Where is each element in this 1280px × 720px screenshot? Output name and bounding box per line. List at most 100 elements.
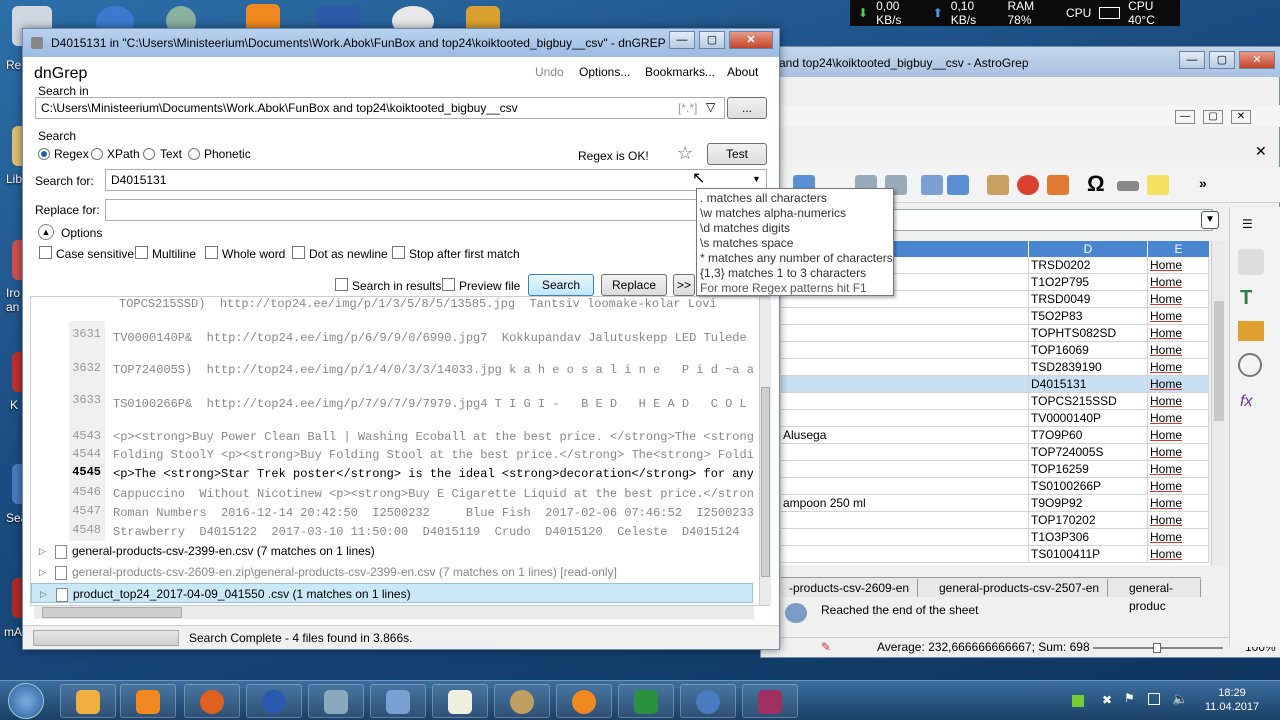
- taskbar-app[interactable]: [742, 684, 798, 718]
- cell[interactable]: T1O2P795: [1029, 274, 1148, 291]
- cell[interactable]: [781, 376, 1029, 393]
- cell[interactable]: [781, 529, 1029, 546]
- cell[interactable]: Home: [1148, 308, 1209, 325]
- search-in-path-input[interactable]: C:\Users\Ministeerium\Documents\Work.Abo…: [35, 97, 725, 119]
- replace-for-input[interactable]: [105, 199, 705, 221]
- zoom-slider[interactable]: [1093, 643, 1223, 653]
- filter-icon[interactable]: ▽: [706, 100, 715, 114]
- cell[interactable]: TS0100266P: [1029, 478, 1148, 495]
- test-button[interactable]: Test: [707, 143, 767, 165]
- cell[interactable]: Home: [1148, 410, 1209, 427]
- chart-icon[interactable]: [1017, 175, 1039, 195]
- sheet-tab[interactable]: general-produc: [1121, 579, 1201, 613]
- cell[interactable]: ampoon 250 ml: [781, 495, 1029, 512]
- cell[interactable]: Home: [1148, 495, 1209, 512]
- replace-button[interactable]: Replace: [601, 274, 667, 296]
- volume-icon[interactable]: 🔈: [1172, 691, 1188, 707]
- cell[interactable]: Home: [1148, 478, 1209, 495]
- taskbar-app[interactable]: [60, 684, 116, 718]
- sort-icon[interactable]: [921, 175, 943, 195]
- cell[interactable]: TOP170202: [1029, 512, 1148, 529]
- taskbar-app[interactable]: [370, 684, 426, 718]
- cell[interactable]: [781, 478, 1029, 495]
- options-menu[interactable]: Options...: [579, 65, 630, 79]
- functions-icon[interactable]: fx: [1240, 393, 1252, 411]
- image-icon[interactable]: [987, 175, 1009, 195]
- sheet-tab[interactable]: -products-csv-2609-en: [781, 579, 919, 597]
- expand-icon[interactable]: ▷: [39, 541, 46, 561]
- cell[interactable]: TV0000140P: [1029, 410, 1148, 427]
- cell[interactable]: [781, 342, 1029, 359]
- vertical-scrollbar[interactable]: [1211, 241, 1225, 565]
- result-file[interactable]: ▷ general-products-csv-2399-en.csv (7 mat…: [31, 541, 759, 561]
- cell[interactable]: Home: [1148, 359, 1209, 376]
- minimize-button[interactable]: —: [1179, 51, 1205, 69]
- cell[interactable]: [781, 444, 1029, 461]
- stop-after-first-match-checkbox[interactable]: [392, 246, 405, 259]
- note-icon[interactable]: [1147, 175, 1169, 195]
- cell[interactable]: T7O9P60: [1029, 427, 1148, 444]
- cell[interactable]: TS0100411P: [1029, 546, 1148, 563]
- gallery-icon[interactable]: [1238, 321, 1264, 341]
- bookmarks-menu[interactable]: Bookmarks...: [645, 65, 715, 79]
- taskbar-app[interactable]: [432, 684, 488, 718]
- sheet-tab[interactable]: general-products-csv-2507-en: [931, 579, 1109, 597]
- taskbar-app[interactable]: [120, 684, 176, 718]
- cell[interactable]: Home: [1148, 546, 1209, 563]
- cell[interactable]: Home: [1148, 274, 1209, 291]
- cell[interactable]: TOPHTS082SD: [1029, 325, 1148, 342]
- chevron-up-icon[interactable]: ▲: [38, 224, 54, 240]
- network-tray-icon[interactable]: ✖: [1102, 693, 1112, 707]
- result-file[interactable]: ▷ product_top24_2017-04-09_041550 .csv (1…: [31, 583, 753, 603]
- cell[interactable]: TOPCS215SSD: [1029, 393, 1148, 410]
- cell[interactable]: TOP724005S: [1029, 444, 1148, 461]
- whole-word-checkbox[interactable]: [205, 246, 218, 259]
- taskbar-app[interactable]: [246, 684, 302, 718]
- flag-icon[interactable]: ⚑: [1124, 691, 1135, 705]
- cell[interactable]: Home: [1148, 529, 1209, 546]
- taskbar-app[interactable]: [556, 684, 612, 718]
- pivot-icon[interactable]: [1047, 175, 1069, 195]
- scroll-thumb[interactable]: [42, 607, 182, 618]
- minimize-button[interactable]: —: [1175, 110, 1195, 124]
- case-sensitive-checkbox[interactable]: [39, 246, 52, 259]
- preview-file-checkbox[interactable]: [442, 278, 455, 291]
- regex-radio[interactable]: [38, 148, 50, 160]
- close-button[interactable]: ✕: [729, 31, 773, 49]
- column-header[interactable]: E: [1148, 241, 1209, 257]
- xpath-radio[interactable]: [91, 148, 103, 160]
- properties-icon[interactable]: [1238, 249, 1264, 275]
- styles-icon[interactable]: T: [1240, 287, 1252, 310]
- restore-button[interactable]: ▢: [1203, 110, 1223, 124]
- horizontal-scrollbar[interactable]: [34, 605, 754, 619]
- omega-icon[interactable]: Ω: [1087, 171, 1105, 197]
- tray-icon[interactable]: [1072, 695, 1084, 707]
- cell[interactable]: [781, 393, 1029, 410]
- undo-menu[interactable]: Undo: [535, 65, 564, 79]
- taskbar-app[interactable]: [308, 684, 364, 718]
- cell[interactable]: Home: [1148, 257, 1209, 274]
- link-icon[interactable]: [1117, 181, 1139, 191]
- multiline-checkbox[interactable]: [135, 246, 148, 259]
- expand-icon[interactable]: ▷: [39, 562, 46, 582]
- dot-as-newline-checkbox[interactable]: [292, 246, 305, 259]
- cell[interactable]: [781, 461, 1029, 478]
- cell[interactable]: TOP16069: [1029, 342, 1148, 359]
- cell[interactable]: TSD2839190: [1029, 359, 1148, 376]
- cell[interactable]: T5O2P83: [1029, 308, 1148, 325]
- cell[interactable]: Home: [1148, 427, 1209, 444]
- cell[interactable]: [781, 325, 1029, 342]
- maximize-button[interactable]: ▢: [699, 31, 725, 49]
- cell[interactable]: TOP16259: [1029, 461, 1148, 478]
- cell[interactable]: TRSD0049: [1029, 291, 1148, 308]
- menu-icon[interactable]: ☰: [1242, 217, 1253, 231]
- search-button[interactable]: Search: [528, 274, 594, 296]
- display-icon[interactable]: [1148, 693, 1160, 705]
- cell[interactable]: D4015131: [1029, 376, 1148, 393]
- maximize-button[interactable]: ▢: [1209, 51, 1235, 69]
- taskbar-app[interactable]: [680, 684, 736, 718]
- cell[interactable]: [781, 308, 1029, 325]
- phonetic-radio[interactable]: [188, 148, 200, 160]
- close-button[interactable]: ✕: [1231, 110, 1251, 124]
- scroll-thumb[interactable]: [1214, 301, 1224, 421]
